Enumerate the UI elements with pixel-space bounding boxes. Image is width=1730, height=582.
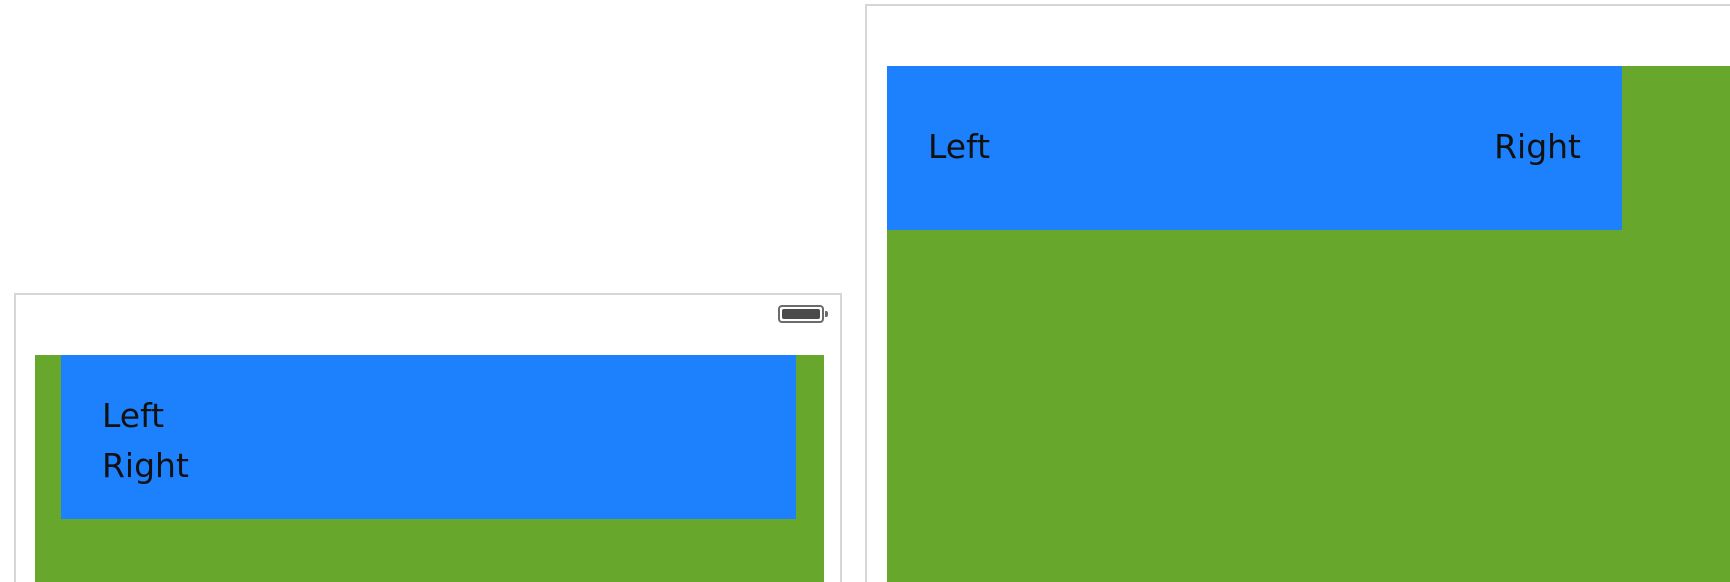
left-label: Left xyxy=(102,396,165,435)
container-view: Left Right xyxy=(887,66,1730,582)
stack-view: Left Right xyxy=(887,66,1622,230)
left-label: Left xyxy=(928,127,991,166)
stack-view: Left Right xyxy=(61,355,796,519)
right-label: Right xyxy=(1494,127,1581,166)
regular-device-preview: Left Right xyxy=(865,4,1730,582)
right-label: Right xyxy=(102,446,189,485)
compact-device-preview: Left Right xyxy=(14,293,842,582)
battery-tip xyxy=(825,311,828,317)
battery-full-icon xyxy=(778,305,828,323)
battery-level-fill xyxy=(782,309,820,319)
container-view: Left Right xyxy=(35,355,824,582)
canvas: Left Right Left Right xyxy=(0,0,1730,582)
